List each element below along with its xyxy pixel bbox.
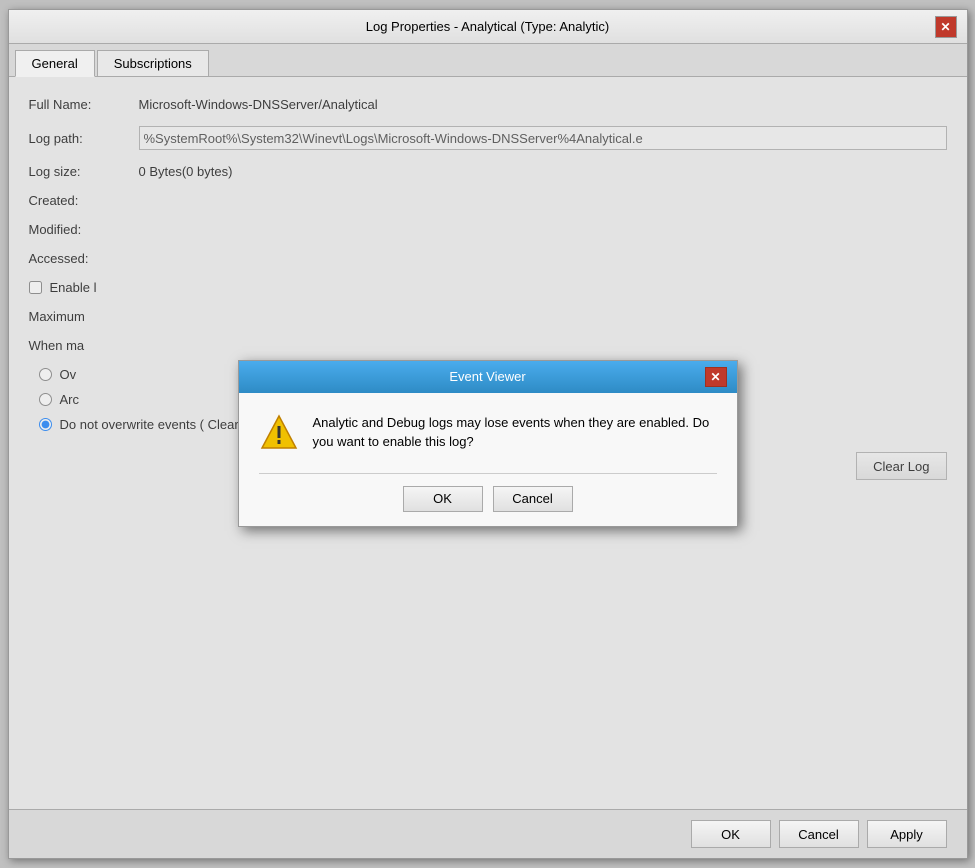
close-button[interactable]: ✕ bbox=[935, 16, 957, 38]
tab-subscriptions[interactable]: Subscriptions bbox=[97, 50, 209, 76]
event-dialog-message: Analytic and Debug logs may lose events … bbox=[313, 413, 717, 452]
ok-button[interactable]: OK bbox=[691, 820, 771, 848]
title-bar: Log Properties - Analytical (Type: Analy… bbox=[9, 10, 967, 44]
event-dialog-body: Analytic and Debug logs may lose events … bbox=[239, 393, 737, 526]
warning-icon bbox=[259, 413, 299, 453]
tab-general[interactable]: General bbox=[15, 50, 95, 77]
event-dialog-titlebar: Event Viewer ✕ bbox=[239, 361, 737, 393]
window-title: Log Properties - Analytical (Type: Analy… bbox=[41, 19, 935, 34]
cancel-button[interactable]: Cancel bbox=[779, 820, 859, 848]
tabs-bar: General Subscriptions bbox=[9, 44, 967, 77]
modal-overlay: Event Viewer ✕ Analytic and Debug logs m… bbox=[9, 77, 967, 809]
content-area: Full Name: Microsoft-Windows-DNSServer/A… bbox=[9, 77, 967, 809]
apply-button[interactable]: Apply bbox=[867, 820, 947, 848]
event-dialog-title: Event Viewer bbox=[271, 369, 705, 384]
event-dialog-separator bbox=[259, 473, 717, 474]
event-dialog-close-button[interactable]: ✕ bbox=[705, 367, 727, 387]
event-dialog-message-area: Analytic and Debug logs may lose events … bbox=[259, 413, 717, 453]
bottom-bar: OK Cancel Apply bbox=[9, 809, 967, 858]
event-dialog-cancel-button[interactable]: Cancel bbox=[493, 486, 573, 512]
event-dialog-ok-button[interactable]: OK bbox=[403, 486, 483, 512]
event-dialog-buttons: OK Cancel bbox=[259, 486, 717, 512]
main-window: Log Properties - Analytical (Type: Analy… bbox=[8, 9, 968, 859]
event-dialog: Event Viewer ✕ Analytic and Debug logs m… bbox=[238, 360, 738, 527]
